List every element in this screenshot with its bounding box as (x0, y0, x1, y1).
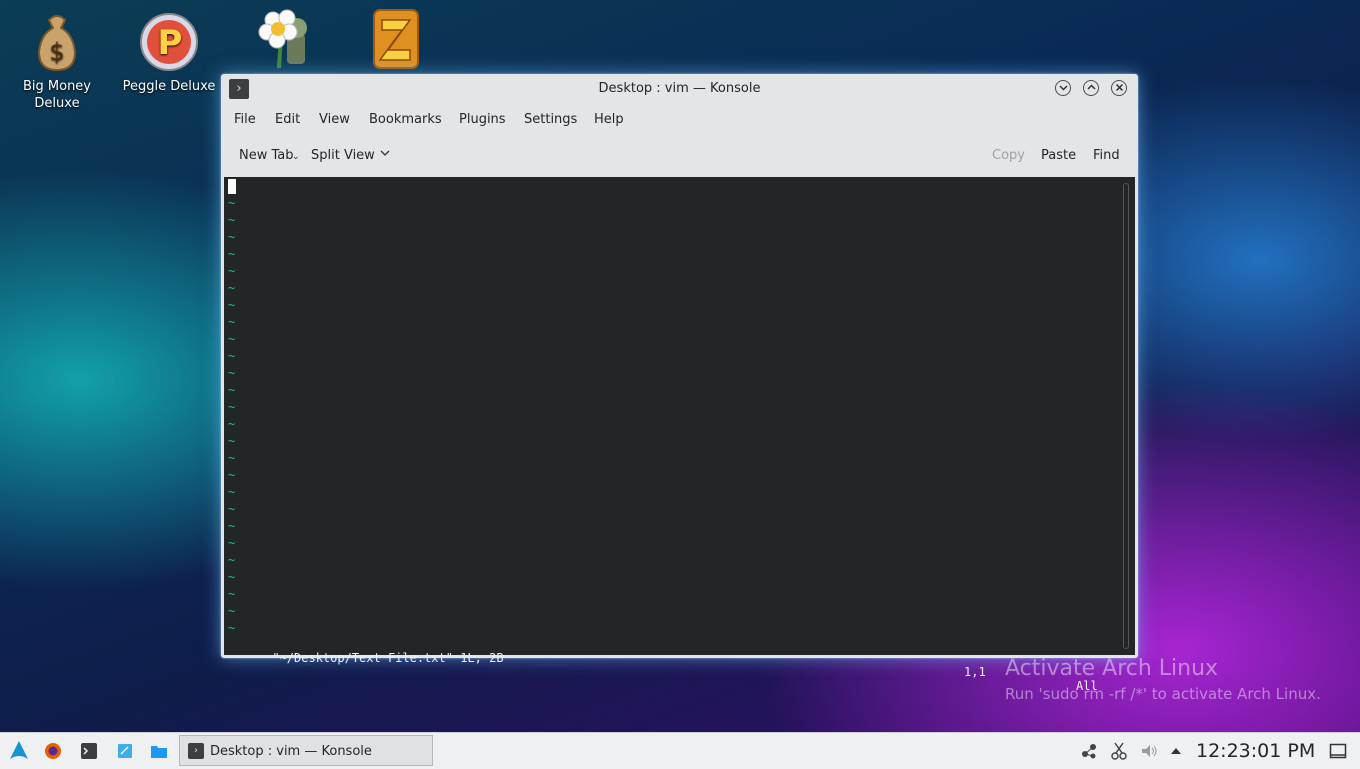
tilde-line: ~ (228, 485, 236, 499)
svg-text:P: P (158, 23, 183, 63)
tilde-line: ~ (228, 451, 236, 465)
watermark-title: Activate Arch Linux (1005, 656, 1219, 681)
text-cursor (228, 179, 236, 194)
zuma-icon (366, 6, 426, 70)
tilde-line: ~ (228, 315, 236, 329)
menu-file[interactable]: File (234, 112, 256, 127)
menu-edit[interactable]: Edit (275, 112, 300, 127)
firefox-icon[interactable] (44, 742, 62, 760)
activation-watermark: Activate Arch Linux Run 'sudo rm -rf /*'… (1005, 656, 1321, 703)
close-icon (1115, 83, 1123, 92)
tilde-line: ~ (228, 604, 236, 618)
window-title: Desktop : vim — Konsole (598, 81, 761, 96)
terminal-view[interactable]: ~ ~ ~ ~ ~ ~ ~ ~ ~ ~ ~ ~ ~ ~ ~ ~ ~ ~ ~ ~ ~ ~ ~ ~ ~ ~ "~/Desktop/Te… (224, 177, 1135, 693)
tilde-line: ~ (228, 587, 236, 601)
watermark-subtitle: Run 'sudo rm -rf /*' to activate Arch Li… (1005, 685, 1321, 703)
tilde-line: ~ (228, 298, 236, 312)
tilde-line: ~ (228, 230, 236, 244)
status-file-info: "~/Desktop/Text File.txt" 1L, 2B (272, 651, 504, 665)
menu-plugins[interactable]: Plugins (459, 112, 506, 127)
scissors-icon[interactable] (1110, 742, 1128, 760)
app-launcher-icon[interactable] (9, 740, 28, 759)
taskbar-task-konsole[interactable]: › Desktop : vim — Konsole (179, 735, 433, 766)
tilde-line: ~ (228, 434, 236, 448)
terminal-task-icon: › (188, 743, 204, 759)
tray-expand-icon[interactable] (1170, 742, 1188, 760)
network-icon[interactable] (1080, 742, 1098, 760)
status-cursor-pos: 1,1 (964, 665, 986, 679)
desktop-icon-label-line1: Big Money (22, 79, 91, 94)
file-manager-icon[interactable] (150, 742, 168, 760)
svg-text:$: $ (49, 38, 64, 66)
chevron-down-icon (1058, 85, 1068, 91)
desktop-icon-label-line2: Deluxe (34, 96, 80, 111)
tilde-line: ~ (228, 400, 236, 414)
toolbar: New Tab ⌄ Split View Copy Paste Find (221, 144, 1138, 168)
desktop-icon-zuma[interactable] (346, 6, 446, 74)
tilde-line: ~ (228, 383, 236, 397)
tilde-line: ~ (228, 332, 236, 346)
volume-icon[interactable] (1140, 742, 1158, 760)
peggle-icon: P (139, 10, 199, 74)
split-view-chevron-icon[interactable] (379, 147, 391, 163)
tilde-line: ~ (228, 570, 236, 584)
paste-button[interactable]: Paste (1041, 148, 1076, 163)
desktop-icon-peggle[interactable]: P Peggle Deluxe (119, 10, 219, 95)
tilde-line: ~ (228, 281, 236, 295)
tilde-line: ~ (228, 349, 236, 363)
tilde-line: ~ (228, 502, 236, 516)
taskbar: › Desktop : vim — Konsole 12:23:01 PM (0, 732, 1360, 769)
tilde-line: ~ (228, 196, 236, 210)
menu-view[interactable]: View (319, 112, 350, 127)
window-titlebar[interactable]: › Desktop : vim — Konsole (221, 74, 1138, 104)
vim-status-line: "~/Desktop/Text File.txt" 1L, 2B 1,1 All (229, 637, 1129, 693)
tilde-line: ~ (228, 553, 236, 567)
clock[interactable]: 12:23:01 PM (1196, 740, 1315, 762)
tilde-line: ~ (228, 519, 236, 533)
scrollbar[interactable] (1123, 183, 1129, 649)
menu-settings[interactable]: Settings (524, 112, 577, 127)
tilde-line: ~ (228, 366, 236, 380)
copy-button[interactable]: Copy (992, 148, 1025, 163)
minimize-button[interactable] (1055, 80, 1071, 96)
menu-bookmarks[interactable]: Bookmarks (369, 112, 442, 127)
desktop-icon-flower-game[interactable] (233, 6, 333, 74)
tilde-line: ~ (228, 468, 236, 482)
text-editor-icon[interactable] (116, 742, 134, 760)
tilde-line: ~ (228, 536, 236, 550)
show-desktop-icon[interactable] (1329, 742, 1347, 760)
find-button[interactable]: Find (1093, 148, 1120, 163)
desktop-icon-big-money[interactable]: $ Big Money Deluxe (7, 10, 107, 112)
new-tab-dropdown-icon[interactable]: ⌄ (292, 152, 300, 162)
tilde-line: ~ (228, 247, 236, 261)
split-view-button[interactable]: Split View (311, 148, 375, 163)
menu-bar: File Edit View Bookmarks Plugins Setting… (221, 110, 1138, 132)
maximize-button[interactable] (1083, 80, 1099, 96)
tilde-line: ~ (228, 264, 236, 278)
task-label: Desktop : vim — Konsole (210, 744, 372, 759)
money-bag-icon: $ (27, 10, 87, 74)
menu-help[interactable]: Help (594, 112, 624, 127)
chevron-up-icon (1086, 84, 1096, 90)
konsole-window[interactable]: › Desktop : vim — Konsole File Edit View… (221, 74, 1138, 693)
new-tab-button[interactable]: New Tab (239, 148, 294, 163)
close-button[interactable] (1111, 80, 1127, 96)
tilde-line: ~ (228, 621, 236, 635)
terminal-launcher-icon[interactable] (80, 742, 98, 760)
flower-zombie-icon (253, 6, 313, 70)
desktop-icon-label: Peggle Deluxe (122, 79, 216, 94)
tilde-line: ~ (228, 417, 236, 431)
tilde-line: ~ (228, 213, 236, 227)
empty-line-markers: ~ ~ ~ ~ ~ ~ ~ ~ ~ ~ ~ ~ ~ ~ ~ ~ ~ ~ ~ ~ ~ ~ ~ ~ ~ ~ (228, 195, 235, 637)
